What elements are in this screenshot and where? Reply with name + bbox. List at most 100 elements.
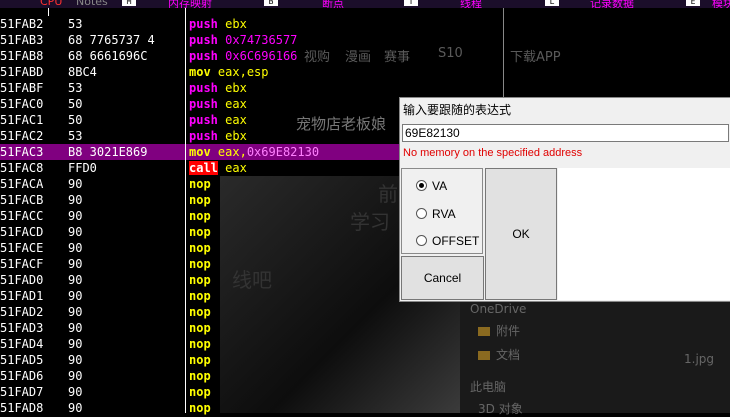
mnemonic: nop bbox=[189, 289, 211, 303]
bytes-cell[interactable]: 90 bbox=[48, 320, 185, 336]
tab-cpu[interactable]: CPU bbox=[40, 0, 62, 8]
instruction-cell[interactable]: nop bbox=[186, 336, 730, 352]
bytes-cell[interactable]: 90 bbox=[48, 224, 185, 240]
operands: eax,0x69E82130 bbox=[217, 145, 320, 159]
instruction-cell[interactable]: nop bbox=[186, 368, 730, 384]
bytes-cell[interactable]: 50 bbox=[48, 96, 185, 112]
tab-modules[interactable]: 模块 bbox=[712, 0, 730, 8]
address-cell[interactable]: 51FACB bbox=[0, 192, 48, 208]
dialog-preview-area bbox=[558, 168, 730, 300]
mnemonic: nop bbox=[189, 385, 211, 399]
tab-key-l: L bbox=[545, 0, 559, 6]
address-cell[interactable]: 51FAB3 bbox=[0, 32, 48, 48]
expression-input[interactable]: 69E82130 bbox=[402, 124, 729, 142]
error-message: No memory on the specified address bbox=[403, 147, 583, 159]
address-cell[interactable]: 51FAD3 bbox=[0, 320, 48, 336]
address-cell[interactable]: 51FAD1 bbox=[0, 288, 48, 304]
address-cell[interactable]: 51FACF bbox=[0, 256, 48, 272]
mnemonic: nop bbox=[189, 321, 211, 335]
instruction-cell[interactable]: nop bbox=[186, 320, 730, 336]
ok-button[interactable]: OK bbox=[485, 168, 557, 300]
address-cell[interactable]: 51FAD4 bbox=[0, 336, 48, 352]
address-cell[interactable]: 51FAD7 bbox=[0, 384, 48, 400]
instruction-cell[interactable]: nop bbox=[186, 304, 730, 320]
bytes-cell[interactable]: 90 bbox=[48, 240, 185, 256]
bytes-cell[interactable]: 50 bbox=[48, 112, 185, 128]
address-cell[interactable]: 51FAC2 bbox=[0, 128, 48, 144]
address-cell[interactable]: 51FAD6 bbox=[0, 368, 48, 384]
instruction-cell[interactable]: push 0x6C696166 bbox=[186, 48, 730, 64]
address-cell[interactable]: 51FAD5 bbox=[0, 352, 48, 368]
bytes-cell[interactable]: 8BC4 bbox=[48, 64, 185, 80]
tab-breakpoints[interactable]: 断点 bbox=[322, 0, 344, 8]
bytes-cell[interactable]: 68 6661696C bbox=[48, 48, 185, 64]
instruction-cell[interactable]: nop bbox=[186, 352, 730, 368]
operands: eax bbox=[225, 97, 247, 111]
operands: ebx bbox=[225, 17, 247, 31]
bytes-cell[interactable]: 68 7765737 4 bbox=[48, 32, 185, 48]
tab-memory-map[interactable]: 内存映射 bbox=[168, 0, 212, 8]
address-cell[interactable]: 51FABF bbox=[0, 80, 48, 96]
bytes-cell[interactable]: 90 bbox=[48, 304, 185, 320]
bytes-cell[interactable]: 90 bbox=[48, 368, 185, 384]
bytes-cell[interactable]: 90 bbox=[48, 288, 185, 304]
mnemonic: nop bbox=[189, 193, 211, 207]
bytes-cell[interactable]: 53 bbox=[48, 128, 185, 144]
instruction-cell[interactable]: push ebx bbox=[186, 80, 730, 96]
tab-key-b: B bbox=[264, 0, 278, 6]
address-cell[interactable]: 51FAD2 bbox=[0, 304, 48, 320]
bytes-cell[interactable]: 90 bbox=[48, 336, 185, 352]
address-cell[interactable]: 51FAC8 bbox=[0, 160, 48, 176]
mnemonic: mov bbox=[189, 145, 211, 159]
bytes-cell[interactable]: B8 3021E869 bbox=[48, 144, 185, 160]
radio-offset[interactable]: OFFSET bbox=[416, 234, 479, 248]
bytes-cell[interactable]: 53 bbox=[48, 80, 185, 96]
tab-log[interactable]: 记录数据 bbox=[590, 0, 634, 8]
mnemonic: push bbox=[189, 113, 218, 127]
tab-threads[interactable]: 线程 bbox=[460, 0, 482, 8]
dialog-title: 输入要跟随的表达式 bbox=[403, 103, 512, 117]
address-cell[interactable]: 51FAC3 bbox=[0, 144, 48, 160]
operands: 0x6C696166 bbox=[225, 49, 298, 63]
instruction-cell[interactable]: push ebx bbox=[186, 16, 730, 32]
bytes-cell[interactable]: 90 bbox=[48, 352, 185, 368]
operands: ebx bbox=[225, 129, 247, 143]
bytes-cell[interactable]: 90 bbox=[48, 208, 185, 224]
address-cell[interactable]: 51FACE bbox=[0, 240, 48, 256]
radio-rva[interactable]: RVA bbox=[416, 207, 456, 221]
address-cell[interactable]: 51FACA bbox=[0, 176, 48, 192]
operands: eax,esp bbox=[217, 65, 269, 79]
bytes-cell[interactable]: FFD0 bbox=[48, 160, 185, 176]
instruction-cell[interactable]: nop bbox=[186, 400, 730, 416]
instruction-cell[interactable]: mov eax,esp bbox=[186, 64, 730, 80]
bytes-cell[interactable]: 90 bbox=[48, 400, 185, 416]
address-cell[interactable]: 51FABD bbox=[0, 64, 48, 80]
tab-notes[interactable]: Notes bbox=[76, 0, 108, 8]
bytes-cell[interactable]: 90 bbox=[48, 256, 185, 272]
mnemonic: nop bbox=[189, 257, 211, 271]
address-cell[interactable]: 51FACD bbox=[0, 224, 48, 240]
mnemonic: nop bbox=[189, 241, 211, 255]
mnemonic: call bbox=[189, 161, 218, 175]
address-cell[interactable]: 51FAD0 bbox=[0, 272, 48, 288]
radio-va[interactable]: VA bbox=[416, 179, 447, 193]
cancel-button[interactable]: Cancel bbox=[401, 256, 484, 300]
mnemonic: nop bbox=[189, 273, 211, 287]
address-cell[interactable]: 51FAD8 bbox=[0, 400, 48, 416]
address-cell[interactable]: 51FAC0 bbox=[0, 96, 48, 112]
bytes-cell[interactable]: 53 bbox=[48, 16, 185, 32]
instruction-cell[interactable]: nop bbox=[186, 384, 730, 400]
address-cell[interactable]: 51FAC1 bbox=[0, 112, 48, 128]
address-cell[interactable]: 51FAB8 bbox=[0, 48, 48, 64]
address-cell[interactable]: 51FAB2 bbox=[0, 16, 48, 32]
bytes-cell[interactable]: 90 bbox=[48, 192, 185, 208]
instruction-cell[interactable]: push 0x74736577 bbox=[186, 32, 730, 48]
mnemonic: push bbox=[189, 97, 218, 111]
bytes-cell[interactable]: 90 bbox=[48, 176, 185, 192]
mnemonic: push bbox=[189, 81, 218, 95]
bytes-cell[interactable]: 90 bbox=[48, 272, 185, 288]
tab-key-m: M bbox=[122, 0, 136, 6]
tab-key-t: T bbox=[404, 0, 418, 6]
bytes-cell[interactable]: 90 bbox=[48, 384, 185, 400]
address-cell[interactable]: 51FACC bbox=[0, 208, 48, 224]
